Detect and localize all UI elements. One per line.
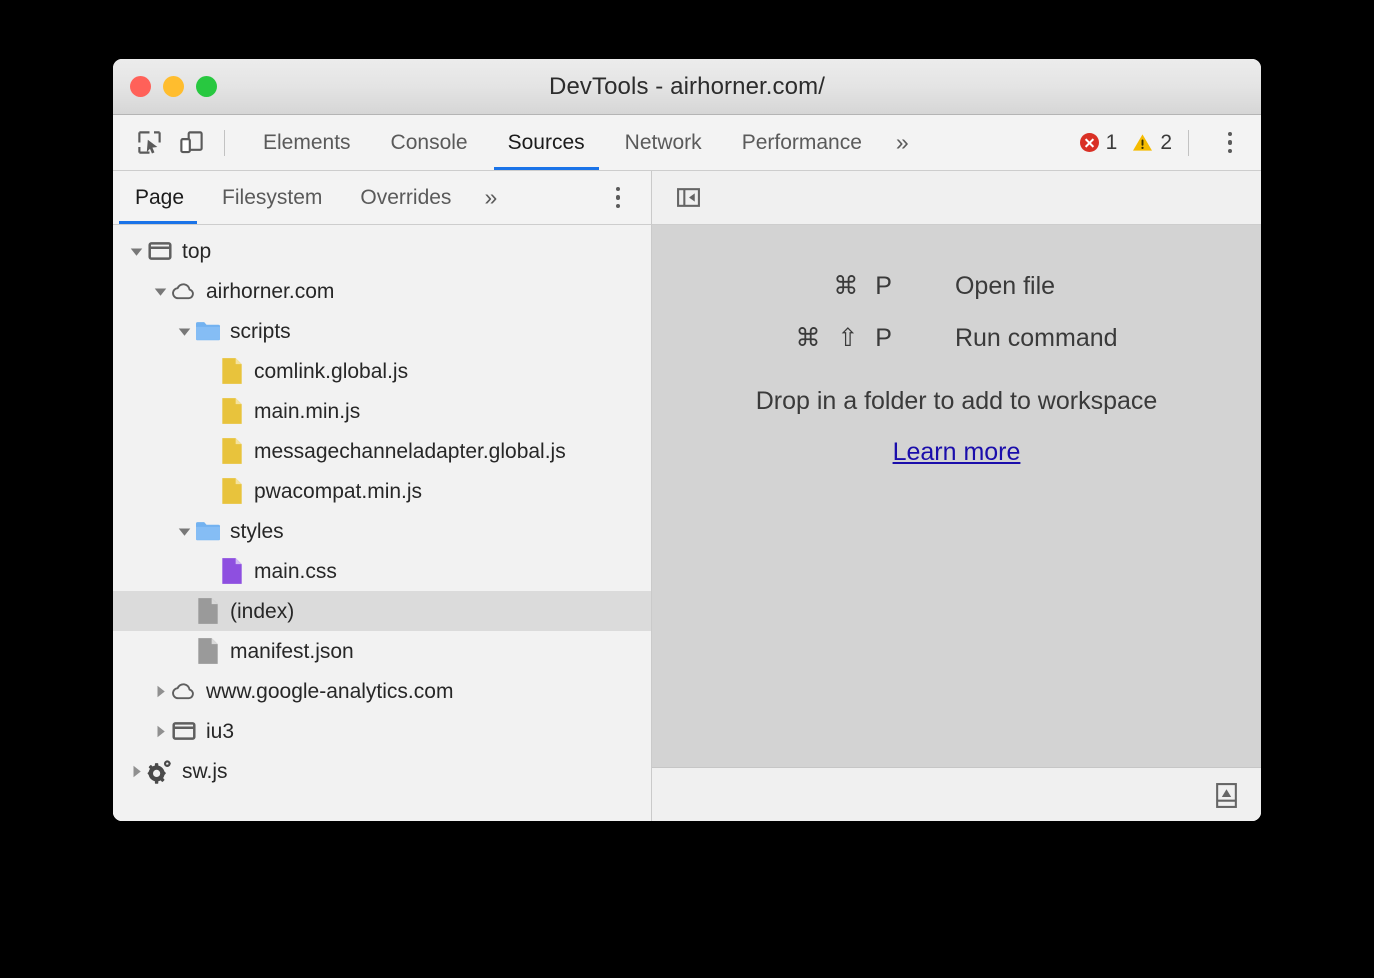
editor-footer bbox=[652, 767, 1261, 821]
tree-row[interactable]: main.css bbox=[113, 551, 651, 591]
error-count: 1 bbox=[1106, 131, 1118, 155]
tree-row[interactable]: sw.js bbox=[113, 751, 651, 791]
document-icon bbox=[195, 638, 221, 664]
tree-row-label: comlink.global.js bbox=[254, 361, 408, 382]
tab-sources[interactable]: Sources bbox=[488, 115, 605, 170]
toolbar-divider bbox=[224, 130, 225, 156]
tree-row-label: main.min.js bbox=[254, 401, 360, 422]
editor-pane: ⌘ P Open file ⌘ ⇧ P Run command Drop in … bbox=[652, 171, 1261, 821]
tree-row-label: messagechanneladapter.global.js bbox=[254, 441, 566, 462]
tab-performance[interactable]: Performance bbox=[722, 115, 882, 170]
tree-row[interactable]: styles bbox=[113, 511, 651, 551]
navigator-menu-icon[interactable] bbox=[601, 179, 635, 217]
status-divider bbox=[1188, 130, 1189, 156]
service-worker-icon bbox=[147, 758, 173, 784]
twisty-expanded-icon[interactable] bbox=[149, 284, 171, 299]
tree-row-label: manifest.json bbox=[230, 641, 354, 662]
inspect-element-icon[interactable] bbox=[128, 123, 170, 163]
warning-count: 2 bbox=[1160, 131, 1172, 155]
tree-row-label: airhorner.com bbox=[206, 281, 334, 302]
tree-row[interactable]: comlink.global.js bbox=[113, 351, 651, 391]
shortcut-action-run-command: Run command bbox=[955, 324, 1118, 353]
shortcut-action-open-file: Open file bbox=[955, 272, 1118, 301]
vertical-dots-icon[interactable] bbox=[1213, 124, 1247, 162]
error-counter[interactable]: 1 bbox=[1080, 131, 1118, 155]
tab-network[interactable]: Network bbox=[605, 115, 722, 170]
show-drawer-icon[interactable] bbox=[1209, 780, 1243, 810]
window-title: DevTools - airhorner.com/ bbox=[549, 73, 825, 101]
close-window-button[interactable] bbox=[130, 76, 151, 97]
js-file-icon bbox=[219, 478, 245, 504]
frame-icon bbox=[147, 238, 173, 264]
folder-icon bbox=[195, 318, 221, 344]
frame-icon bbox=[171, 718, 197, 744]
twisty-collapsed-icon[interactable] bbox=[149, 684, 171, 699]
shortcut-list: ⌘ P Open file ⌘ ⇧ P Run command bbox=[795, 271, 1117, 353]
twisty-expanded-icon[interactable] bbox=[173, 324, 195, 339]
tree-row[interactable]: messagechanneladapter.global.js bbox=[113, 431, 651, 471]
file-tree[interactable]: top airhorner.com scripts comlink.global.js… bbox=[113, 225, 651, 821]
drop-folder-hint: Drop in a folder to add to workspace bbox=[756, 387, 1158, 416]
navigator-pane: Page Filesystem Overrides » top airhorner… bbox=[113, 171, 652, 821]
tree-row-label: (index) bbox=[230, 601, 294, 622]
navigator-tab-page[interactable]: Page bbox=[113, 171, 203, 224]
twisty-collapsed-icon[interactable] bbox=[125, 764, 147, 779]
tree-row[interactable]: manifest.json bbox=[113, 631, 651, 671]
main-toolbar: Elements Console Sources Network Perform… bbox=[113, 115, 1261, 171]
tab-elements[interactable]: Elements bbox=[243, 115, 371, 170]
shortcut-keys-open-file: ⌘ P bbox=[795, 271, 897, 301]
js-file-icon bbox=[219, 438, 245, 464]
warning-icon bbox=[1132, 133, 1153, 152]
js-file-icon bbox=[219, 358, 245, 384]
minimize-window-button[interactable] bbox=[163, 76, 184, 97]
tree-row-label: main.css bbox=[254, 561, 337, 582]
navigator-more-tabs-icon[interactable]: » bbox=[470, 171, 511, 224]
window-controls bbox=[130, 59, 217, 114]
navigator-tabbar: Page Filesystem Overrides » bbox=[113, 171, 651, 225]
tree-row-label: www.google-analytics.com bbox=[206, 681, 453, 702]
learn-more-link[interactable]: Learn more bbox=[893, 438, 1021, 467]
navigator-tab-filesystem[interactable]: Filesystem bbox=[203, 171, 341, 224]
title-bar: DevTools - airhorner.com/ bbox=[113, 59, 1261, 115]
cloud-icon bbox=[171, 278, 197, 304]
tree-row[interactable]: iu3 bbox=[113, 711, 651, 751]
cloud-icon bbox=[171, 678, 197, 704]
tree-row[interactable]: pwacompat.min.js bbox=[113, 471, 651, 511]
devtools-body: Page Filesystem Overrides » top airhorner… bbox=[113, 171, 1261, 821]
tree-row[interactable]: www.google-analytics.com bbox=[113, 671, 651, 711]
navigator-tab-overrides[interactable]: Overrides bbox=[341, 171, 470, 224]
twisty-collapsed-icon[interactable] bbox=[149, 724, 171, 739]
twisty-expanded-icon[interactable] bbox=[173, 524, 195, 539]
folder-icon bbox=[195, 518, 221, 544]
more-tabs-icon[interactable]: » bbox=[882, 115, 923, 170]
warning-counter[interactable]: 2 bbox=[1132, 131, 1172, 155]
devtools-window: DevTools - airhorner.com/ Elements Conso… bbox=[113, 59, 1261, 821]
document-icon bbox=[195, 598, 221, 624]
editor-toolbar bbox=[652, 171, 1261, 225]
error-icon bbox=[1080, 133, 1099, 152]
navigator-toolbar-right bbox=[589, 171, 651, 224]
device-toolbar-icon[interactable] bbox=[170, 123, 212, 163]
tree-row-label: sw.js bbox=[182, 761, 228, 782]
tree-row[interactable]: top bbox=[113, 231, 651, 271]
shortcut-keys-run-command: ⌘ ⇧ P bbox=[795, 323, 897, 353]
zoom-window-button[interactable] bbox=[196, 76, 217, 97]
tree-row-label: top bbox=[182, 241, 211, 262]
tree-row[interactable]: main.min.js bbox=[113, 391, 651, 431]
tree-row[interactable]: scripts bbox=[113, 311, 651, 351]
show-navigator-icon[interactable] bbox=[671, 183, 705, 213]
panel-tabs: Elements Console Sources Network Perform… bbox=[243, 115, 923, 170]
toolbar-status-area: 1 2 bbox=[1080, 115, 1261, 170]
css-file-icon bbox=[219, 558, 245, 584]
editor-placeholder: ⌘ P Open file ⌘ ⇧ P Run command Drop in … bbox=[652, 225, 1261, 767]
js-file-icon bbox=[219, 398, 245, 424]
twisty-expanded-icon[interactable] bbox=[125, 244, 147, 259]
tree-row-label: iu3 bbox=[206, 721, 234, 742]
tab-console[interactable]: Console bbox=[371, 115, 488, 170]
tree-row[interactable]: (index) bbox=[113, 591, 651, 631]
tree-row[interactable]: airhorner.com bbox=[113, 271, 651, 311]
tree-row-label: pwacompat.min.js bbox=[254, 481, 422, 502]
tree-row-label: styles bbox=[230, 521, 284, 542]
tree-row-label: scripts bbox=[230, 321, 291, 342]
